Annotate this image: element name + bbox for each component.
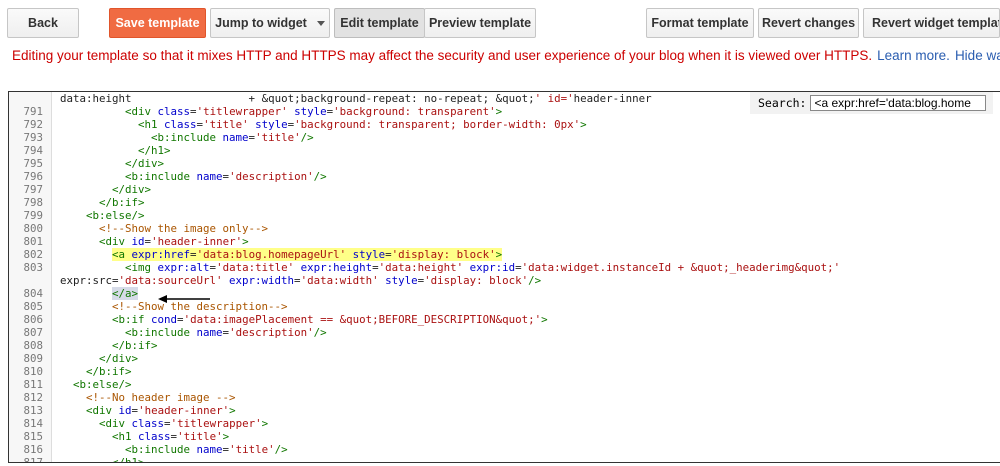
code-line[interactable]: 815 <h1 class='title'> — [9, 430, 1000, 443]
line-number: 810 — [23, 365, 43, 378]
code-line[interactable]: 812 <!--No header image --> — [9, 391, 1000, 404]
code-text: <div id='header-inner'> — [99, 235, 249, 248]
chevron-down-icon — [316, 20, 325, 26]
line-number: 817 — [23, 456, 43, 463]
code-text: <h1 class='title' style='background: tra… — [138, 118, 587, 131]
jump-to-widget-dropdown[interactable]: Jump to widget — [210, 8, 330, 38]
line-number: 807 — [23, 326, 43, 339]
revert-changes-button[interactable]: Revert changes — [758, 8, 859, 38]
code-text: <b:include name='description'/> — [125, 170, 327, 183]
code-line[interactable]: 795 </div> — [9, 157, 1000, 170]
format-template-button[interactable]: Format template — [646, 8, 754, 38]
line-number: 808 — [23, 339, 43, 352]
code-text: </div> — [99, 352, 139, 365]
line-number: 800 — [23, 222, 43, 235]
line-number: 803 — [23, 261, 43, 274]
line-number: 816 — [23, 443, 43, 456]
jump-to-widget-label: Jump to widget — [215, 16, 307, 30]
edit-template-tab[interactable]: Edit template — [334, 8, 425, 38]
learn-more-link[interactable]: Learn more. — [877, 48, 950, 63]
line-number: 802 — [23, 248, 43, 261]
code-text: </div> — [125, 157, 165, 170]
code-text: </b:if> — [99, 196, 145, 209]
code-line[interactable]: 807 <b:include name='description'/> — [9, 326, 1000, 339]
code-line[interactable]: 794 </h1> — [9, 144, 1000, 157]
back-button[interactable]: Back — [7, 8, 79, 38]
code-line[interactable]: 817 </h1> — [9, 456, 1000, 463]
line-number: 815 — [23, 430, 43, 443]
line-number: 793 — [23, 131, 43, 144]
save-template-button[interactable]: Save template — [109, 8, 206, 38]
line-number: 794 — [23, 144, 43, 157]
preview-template-tab[interactable]: Preview template — [424, 8, 536, 38]
code-text: <b:else/> — [86, 209, 145, 222]
code-line[interactable]: 814 <div class='titlewrapper'> — [9, 417, 1000, 430]
code-line[interactable]: 801 <div id='header-inner'> — [9, 235, 1000, 248]
line-number: 799 — [23, 209, 43, 222]
code-text: </div> — [112, 183, 152, 196]
code-line[interactable]: 792 <h1 class='title' style='background:… — [9, 118, 1000, 131]
code-text: <div class='titlewrapper'> — [99, 417, 269, 430]
code-text: </b:if> — [112, 339, 158, 352]
line-number: 791 — [23, 105, 43, 118]
code-text: <img expr:alt='data:title' expr:height='… — [125, 261, 841, 274]
code-text: <div id='header-inner'> — [86, 404, 236, 417]
code-line[interactable]: expr:src='data:sourceUrl' expr:width='da… — [9, 274, 1000, 287]
revert-widget-templates-button[interactable]: Revert widget templates — [863, 8, 1000, 38]
code-line[interactable]: 816 <b:include name='title'/> — [9, 443, 1000, 456]
line-number: 804 — [23, 287, 43, 300]
code-text: </h1> — [112, 456, 145, 463]
code-line[interactable]: 797 </div> — [9, 183, 1000, 196]
search-bar: Search: — [750, 92, 993, 114]
line-number: 801 — [23, 235, 43, 248]
line-number: 812 — [23, 391, 43, 404]
https-warning: Editing your template so that it mixes H… — [6, 48, 1000, 63]
line-number: 814 — [23, 417, 43, 430]
code-text: </b:if> — [86, 365, 132, 378]
code-line[interactable]: 809 </div> — [9, 352, 1000, 365]
search-label: Search: — [758, 96, 807, 110]
line-number: 798 — [23, 196, 43, 209]
code-editor[interactable]: data:height + &quot;background-repeat: n… — [8, 91, 1000, 463]
arrow-pointer-icon — [158, 295, 210, 303]
code-text: <h1 class='title'> — [112, 430, 230, 443]
line-number: 792 — [23, 118, 43, 131]
code-line[interactable]: 810 </b:if> — [9, 365, 1000, 378]
line-number: 805 — [23, 300, 43, 313]
code-text: <b:else/> — [73, 378, 132, 391]
code-text: </h1> — [138, 144, 171, 157]
line-number: 813 — [23, 404, 43, 417]
code-text: <b:include name='description'/> — [125, 326, 327, 339]
hide-warning-link[interactable]: Hide warr — [955, 48, 1000, 63]
code-line[interactable]: 799 <b:else/> — [9, 209, 1000, 222]
code-line[interactable]: 813 <div id='header-inner'> — [9, 404, 1000, 417]
code-line[interactable]: 800 <!--Show the image only--> — [9, 222, 1000, 235]
code-text: <b:if cond='data:imagePlacement == &quot… — [112, 313, 548, 326]
code-text: <!--Show the image only--> — [99, 222, 269, 235]
code-line[interactable]: 806 <b:if cond='data:imagePlacement == &… — [9, 313, 1000, 326]
code-text: <b:include name='title'/> — [125, 443, 288, 456]
line-number: 797 — [23, 183, 43, 196]
code-line[interactable]: 796 <b:include name='description'/> — [9, 170, 1000, 183]
code-text: <!--No header image --> — [86, 391, 236, 404]
warning-text: Editing your template so that it mixes H… — [12, 48, 873, 63]
line-number: 806 — [23, 313, 43, 326]
code-line[interactable]: 798 </b:if> — [9, 196, 1000, 209]
code-text: <b:include name='title'/> — [151, 131, 314, 144]
search-input[interactable] — [810, 95, 987, 111]
code-line[interactable]: 803 <img expr:alt='data:title' expr:heig… — [9, 261, 1000, 274]
line-number: 809 — [23, 352, 43, 365]
code-line[interactable]: 808 </b:if> — [9, 339, 1000, 352]
line-number: 795 — [23, 157, 43, 170]
code-text: expr:src='data:sourceUrl' expr:width='da… — [60, 274, 542, 287]
code-text: <a expr:href='data:blog.homepageUrl' sty… — [112, 248, 503, 261]
code-line[interactable]: 811 <b:else/> — [9, 378, 1000, 391]
code-area[interactable]: data:height + &quot;background-repeat: n… — [9, 92, 1000, 463]
line-number: 811 — [23, 378, 43, 391]
code-line[interactable]: 802 <a expr:href='data:blog.homepageUrl'… — [9, 248, 1000, 261]
line-number: 796 — [23, 170, 43, 183]
code-line[interactable]: 793 <b:include name='title'/> — [9, 131, 1000, 144]
